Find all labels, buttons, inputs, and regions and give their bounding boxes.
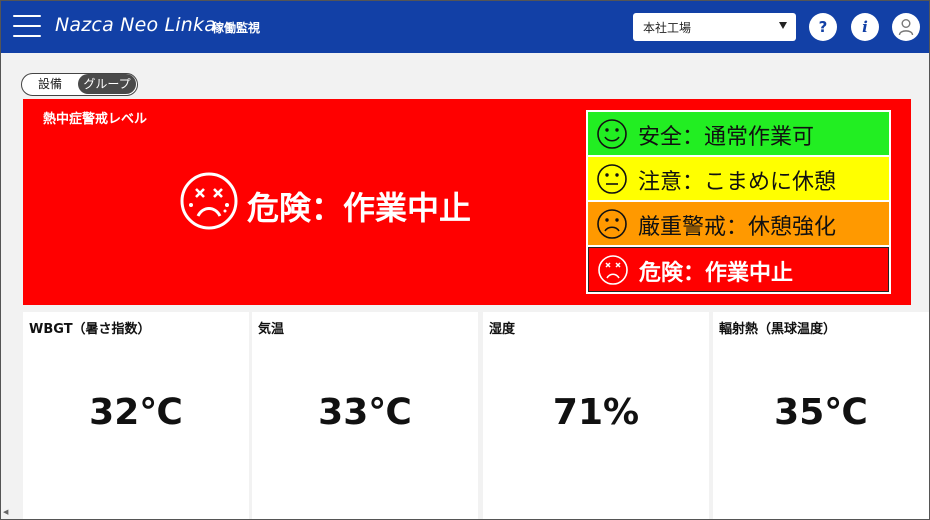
- metric-card-radiant-heat: 輻射熱（黒球温度） 35℃: [713, 312, 929, 519]
- chevron-down-icon: [779, 22, 787, 29]
- level-safe-label: 安全：通常作業可: [638, 125, 815, 150]
- level-caution: 注意：こまめに休憩: [588, 157, 889, 200]
- info-button[interactable]: i: [851, 13, 879, 41]
- level-danger: 危険：作業中止: [588, 247, 889, 292]
- dizzy-face-icon: [180, 172, 238, 230]
- current-status-text: 危険：作業中止: [247, 189, 472, 227]
- view-toggle: 設備 グループ: [21, 73, 138, 96]
- top-header: Nazca Neo Linka 稼働監視 本社工場 ? i: [1, 1, 929, 53]
- frown-icon: [597, 209, 627, 239]
- metric-card-temperature: 気温 33℃: [252, 312, 478, 519]
- toggle-option-group[interactable]: グループ: [78, 74, 136, 94]
- metric-label: 湿度: [489, 322, 516, 337]
- level-severe-label: 厳重警戒：休憩強化: [638, 215, 837, 240]
- level-severe: 厳重警戒：休憩強化: [588, 202, 889, 245]
- metric-value: 32℃: [89, 392, 183, 433]
- warning-title: 熱中症警戒レベル: [43, 112, 148, 127]
- metric-value: 35℃: [774, 392, 868, 433]
- metric-card-humidity: 湿度 71%: [483, 312, 709, 519]
- warning-level-legend: 安全：通常作業可 注意：こまめに休憩 厳重警戒：休憩強化 危険：作業中止: [586, 110, 891, 294]
- app-title: Nazca Neo Linka: [55, 14, 217, 36]
- metric-value: 33℃: [318, 392, 412, 433]
- user-account-button[interactable]: [892, 13, 920, 41]
- toggle-option-equipment[interactable]: 設備: [22, 74, 78, 94]
- metric-label: 輻射熱（黒球温度）: [719, 322, 837, 337]
- metric-value: 71%: [552, 392, 640, 433]
- dizzy-icon: [598, 255, 628, 285]
- neutral-icon: [597, 164, 627, 194]
- level-danger-label: 危険：作業中止: [639, 261, 794, 286]
- metric-label: WBGT（暑さ指数）: [29, 322, 151, 337]
- page-title: 稼働監視: [212, 21, 261, 35]
- site-select-value: 本社工場: [643, 21, 692, 35]
- level-caution-label: 注意：こまめに休憩: [638, 170, 837, 195]
- site-select[interactable]: 本社工場: [633, 13, 796, 41]
- smile-icon: [597, 119, 627, 149]
- level-safe: 安全：通常作業可: [588, 112, 889, 155]
- heatstroke-warning-panel: 熱中症警戒レベル 危険：作業中止 安全：通常作業可 注意：こまめに休憩 厳重警戒…: [23, 99, 911, 305]
- user-icon: [898, 19, 914, 36]
- app-frame: Nazca Neo Linka 稼働監視 本社工場 ? i 設備 グループ 熱中…: [0, 0, 930, 520]
- help-button[interactable]: ?: [809, 13, 837, 41]
- scroll-left-arrow-icon[interactable]: ◀: [3, 508, 8, 516]
- hamburger-menu-icon[interactable]: [13, 14, 41, 38]
- metric-label: 気温: [258, 322, 285, 337]
- metric-card-wbgt: WBGT（暑さ指数） 32℃: [23, 312, 249, 519]
